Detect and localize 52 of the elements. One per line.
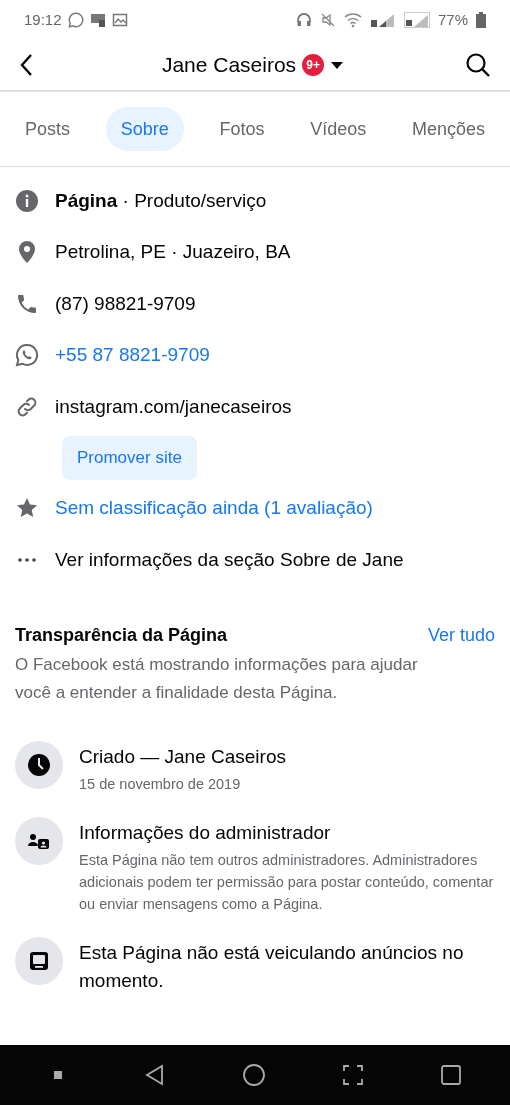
- info-link[interactable]: Sem classificação ainda (1 avaliação): [55, 494, 373, 523]
- signal-icon: [369, 12, 396, 28]
- info-link[interactable]: +55 87 8821-9709: [55, 341, 210, 370]
- wifi-icon: [343, 12, 362, 28]
- screen-icon: [15, 936, 63, 985]
- mute-icon: [319, 12, 336, 28]
- page-title: Jane Caseiros: [161, 52, 297, 79]
- screenshot-button[interactable]: [342, 1064, 364, 1086]
- whatsapp-icon: [15, 343, 39, 368]
- screenshot-icon: [342, 1064, 364, 1086]
- clock-icon: [15, 740, 63, 789]
- promote-site-button[interactable]: Promover site: [62, 435, 197, 480]
- item-title: Esta Página não está veiculando anúncios no momento.: [79, 940, 465, 993]
- info-icon: [15, 188, 39, 213]
- info-text: (87) 98821-9709: [55, 291, 196, 316]
- tab[interactable]: Vídeos: [300, 107, 377, 151]
- more-icon: [18, 557, 36, 562]
- see-all-link[interactable]: Ver tudo: [427, 621, 495, 649]
- square-icon: [54, 1071, 62, 1079]
- dropdown-caret-icon[interactable]: [330, 60, 345, 70]
- admin-icon: [15, 816, 63, 865]
- battery-percentage: 77%: [437, 9, 468, 30]
- tab[interactable]: Fotos: [209, 107, 275, 151]
- info-text: Página · Produto/serviço: [55, 188, 267, 213]
- info-text: Ver informações da seção Sobre de Jane: [55, 547, 404, 572]
- headset-icon: [295, 12, 312, 28]
- recents-button[interactable]: [440, 1064, 462, 1086]
- home-button[interactable]: [242, 1063, 266, 1087]
- battery-icon: [476, 12, 486, 28]
- tab[interactable]: Posts: [15, 107, 81, 151]
- back-triangle-icon: [144, 1064, 166, 1086]
- info-text: instagram.com/janecaseiros: [55, 394, 292, 419]
- item-subtitle: 15 de novembro de 2019: [79, 774, 242, 794]
- whatsapp-icon: [67, 12, 84, 28]
- item-title: Criado — Jane Caseiros: [79, 744, 286, 769]
- info-text: Petrolina, PE · Juazeiro, BA: [55, 240, 291, 264]
- tab[interactable]: Sobre: [105, 107, 184, 151]
- tab[interactable]: Menções: [401, 107, 495, 151]
- image-icon: [111, 12, 128, 28]
- item-subtitle: Esta Página não tem outros administradores. Administradores adicionais podem ter permissão para postar conteúdo, comentar ou enviar mensagens como a Página.: [79, 850, 495, 914]
- signal-icon: [403, 12, 430, 28]
- status-time: 19:12: [24, 9, 62, 30]
- recents-icon: [440, 1064, 462, 1086]
- item-title: Informações do administrador: [79, 820, 332, 845]
- search-button[interactable]: [464, 51, 492, 79]
- notification-badge: 9+: [302, 54, 325, 76]
- voicemail-icon: [89, 12, 106, 28]
- back-nav-button[interactable]: [144, 1064, 166, 1086]
- section-description: O Facebook está mostrando informações para ajudar você a entender a finalidade desta Página.: [15, 653, 419, 704]
- search-icon: [465, 52, 491, 78]
- section-title: Transparência da Página: [15, 623, 228, 647]
- home-circle-icon: [242, 1063, 266, 1087]
